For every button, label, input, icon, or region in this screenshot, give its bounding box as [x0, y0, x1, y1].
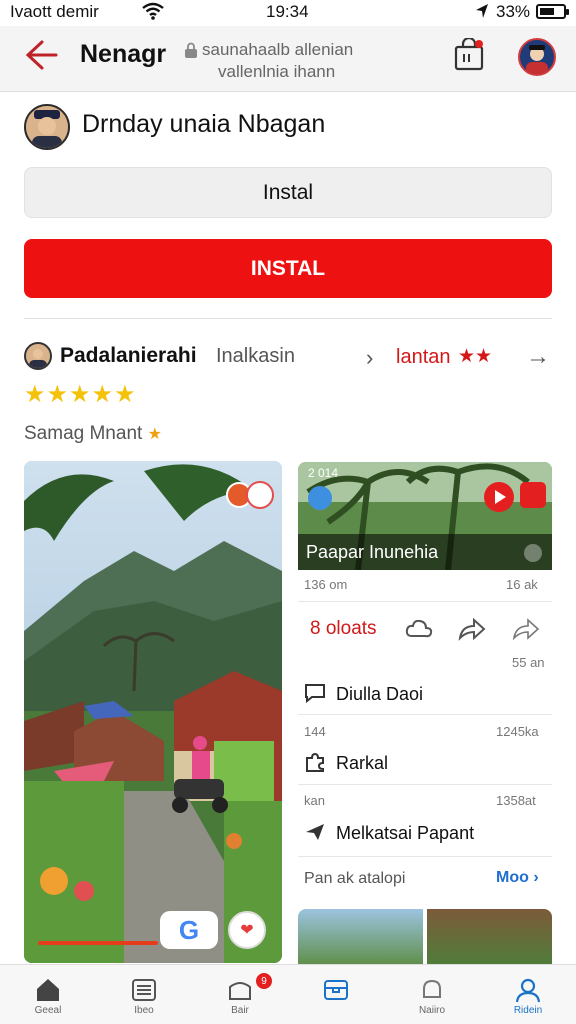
play-icon[interactable]: [484, 482, 514, 512]
lock-icon: [184, 42, 198, 58]
list-meta-left: 144: [304, 724, 326, 739]
divider: [298, 856, 552, 857]
reaction-icon[interactable]: ❤: [228, 911, 266, 949]
bottom-navigation: Geeal Ibeo 9 Bair Naiiro Ridein: [0, 964, 576, 1024]
nav-shop[interactable]: 9 Bair: [192, 965, 288, 1024]
rating-sub-label: Samag Mnant ★: [24, 423, 162, 445]
profile-icon: [515, 978, 541, 1003]
comment-icon: [304, 683, 326, 704]
shop-icon: [229, 982, 251, 1000]
nav-notifications[interactable]: Naiiro: [384, 965, 480, 1024]
nav-label: Ibeo: [134, 1005, 154, 1016]
nav-label: Bair: [231, 1005, 249, 1016]
star-icon: ★: [147, 426, 162, 443]
list-meta-left: kan: [304, 793, 325, 808]
home-icon: [37, 979, 59, 1001]
channel-link[interactable]: lantan: [396, 346, 451, 369]
nav-label: Ridein: [513, 1005, 543, 1016]
post-count: 8 oloats: [310, 618, 377, 639]
clock-icon: [524, 544, 542, 562]
notification-badge: 9: [256, 973, 272, 989]
battery-icon: [536, 4, 569, 19]
video-thumbnail[interactable]: 2 014 Paapar Inunehia: [298, 462, 552, 570]
page-title: Nenagr: [80, 40, 167, 68]
back-arrow-icon[interactable]: [22, 38, 62, 72]
header-subtitle-line1: saunahaalb allenian: [202, 40, 354, 59]
video-date-right: 16 ak: [506, 577, 538, 592]
list-item[interactable]: Diulla Daoi: [304, 683, 423, 705]
video-title: Paapar Inunehia: [306, 542, 439, 562]
nav-home[interactable]: Geeal: [0, 965, 96, 1024]
share-icon[interactable]: [456, 616, 486, 642]
divider: [298, 784, 552, 785]
list-item[interactable]: Melkatsai Papant: [304, 822, 474, 844]
nav-label: Naiiro: [418, 1005, 446, 1016]
nav-list[interactable]: Ibeo: [96, 965, 192, 1024]
cloud-icon[interactable]: [404, 616, 434, 642]
channel-avatar[interactable]: [24, 342, 52, 370]
shopping-bag-icon[interactable]: [452, 36, 486, 72]
google-icon[interactable]: G: [160, 911, 218, 949]
more-link[interactable]: Moo ›: [496, 869, 539, 887]
channel-small-stars: ★★: [458, 346, 493, 367]
village-photo-card[interactable]: • • G ❤: [24, 461, 282, 963]
clock: 19:34: [266, 2, 309, 21]
rating-sub-text: Samag Mnant: [24, 423, 143, 444]
nav-box[interactable]: [288, 965, 384, 1024]
channel-meta: Inalkasin: [216, 345, 295, 367]
divider: [298, 601, 552, 602]
install-secondary-button[interactable]: Instal: [24, 167, 552, 218]
video-progress-bar[interactable]: [38, 941, 158, 945]
small-meta: 55 an: [512, 655, 545, 670]
notifications-icon: [423, 979, 441, 998]
install-primary-button[interactable]: INSTAL: [24, 239, 552, 298]
list-item-label: Diulla Daoi: [336, 684, 424, 704]
profile-name: Drnday unaia Nbagan: [82, 110, 326, 138]
carrier-label: Ivaott demir: [10, 2, 99, 21]
battery-percentage: 33%: [496, 2, 531, 21]
list-item-label: Melkatsai Papant: [336, 823, 475, 843]
puzzle-icon: [304, 752, 326, 772]
location-icon: [474, 2, 490, 25]
divider: [298, 714, 552, 715]
nav-profile[interactable]: Ridein: [480, 965, 576, 1024]
thumbnail-strip[interactable]: [298, 909, 552, 965]
nav-label: Geeal: [34, 1005, 62, 1016]
chevron-right-icon: ›: [366, 345, 374, 370]
village-photo: [24, 461, 282, 963]
more-label: Pan ak atalopi: [304, 870, 406, 887]
wifi-icon: [142, 2, 164, 25]
rating-stars: ★★★★★: [24, 381, 137, 408]
list-item[interactable]: Rarkal: [304, 752, 388, 774]
thumbnail[interactable]: [427, 909, 552, 965]
arrow-right-icon[interactable]: →: [526, 343, 550, 371]
camera-icon[interactable]: [246, 481, 274, 509]
thumbnail[interactable]: [298, 909, 423, 965]
list-meta-right: 1245ka: [496, 724, 539, 739]
channel-name[interactable]: Padalanierahi: [60, 344, 197, 368]
channel-badge-icon: [308, 486, 332, 510]
video-timestamp: 2 014: [308, 466, 339, 480]
list-icon: [132, 979, 156, 1001]
video-date-left: 136 om: [304, 577, 348, 592]
app-header: Nenagr saunahaalb allenian vallenlnia ih…: [0, 26, 576, 92]
divider: [24, 318, 552, 319]
list-item-label: Rarkal: [336, 753, 389, 773]
forward-icon[interactable]: [510, 616, 540, 642]
header-subtitle-line2: vallenlnia ihann: [218, 62, 336, 81]
status-bar: Ivaott demir 19:34 33%: [0, 0, 576, 26]
profile-avatar: [24, 104, 70, 150]
user-avatar[interactable]: [518, 38, 556, 76]
more-link-text: Moo: [496, 869, 529, 886]
stop-icon[interactable]: [520, 482, 546, 508]
list-meta-right: 1358at: [496, 793, 536, 808]
send-icon: [304, 822, 326, 842]
box-icon: [324, 980, 348, 1000]
